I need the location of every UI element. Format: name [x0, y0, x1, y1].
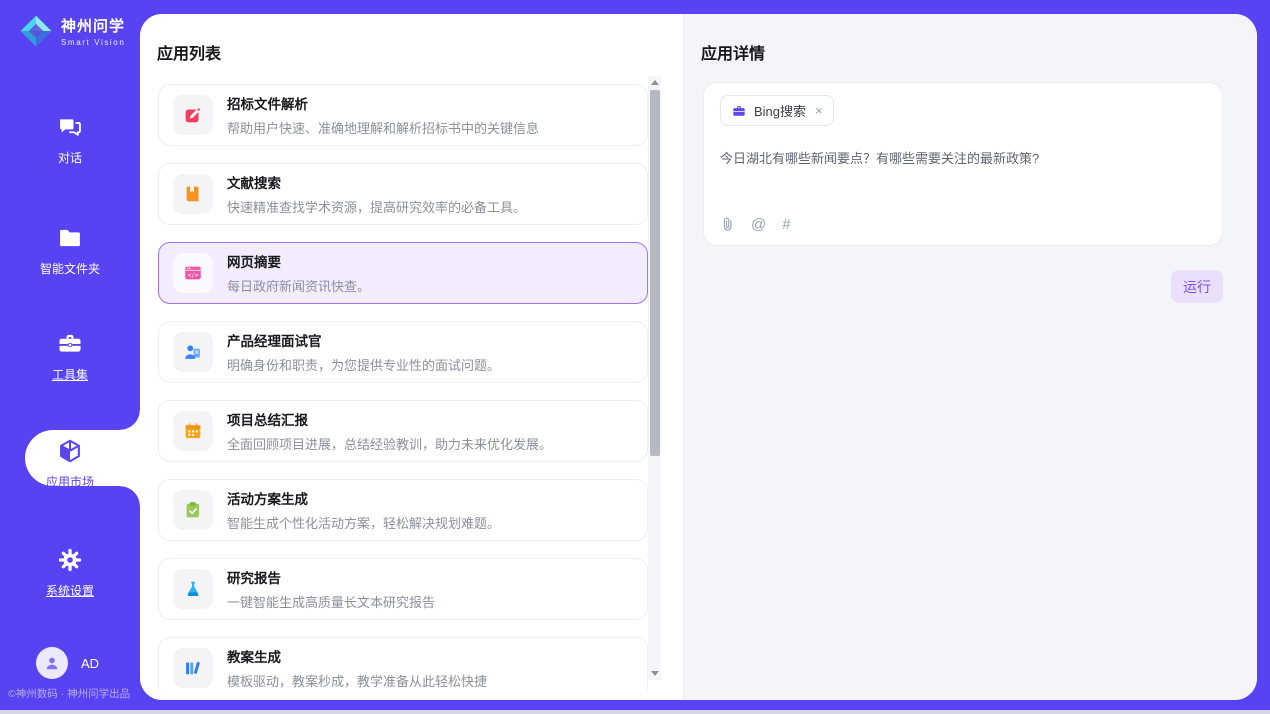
- app-icon-tile: [173, 411, 213, 451]
- app-desc: 一键智能生成高质量长文本研究报告: [227, 592, 435, 611]
- sidebar-item-chat[interactable]: 对话: [0, 113, 140, 166]
- app-card-project-summary[interactable]: 项目总结汇报 全面回顾项目进展，总结经验教训，助力未来优化发展。: [158, 400, 648, 462]
- window-bottom-edge: [0, 710, 1270, 714]
- sidebar-item-smart-folders[interactable]: 智能文件夹: [0, 224, 140, 277]
- books-icon: [182, 657, 204, 679]
- app-name: 研究报告: [227, 567, 435, 587]
- sidebar-item-label: 对话: [0, 149, 140, 166]
- browser-code-icon: </>: [182, 262, 204, 284]
- sidebar: 神州问学 Smart Vision 对话 智能文件夹: [0, 0, 140, 714]
- app-icon-tile: </>: [173, 253, 213, 293]
- app-list-scrollbar[interactable]: [648, 76, 661, 680]
- briefcase-icon: [731, 103, 747, 119]
- run-button[interactable]: 运行: [1171, 270, 1223, 303]
- brand-name: 神州问学: [61, 15, 125, 36]
- app-card-literature-search[interactable]: 文献搜索 快速精准查找学术资源，提高研究效率的必备工具。: [158, 163, 648, 225]
- gear-icon: [56, 546, 84, 574]
- toolbox-icon: [56, 330, 84, 358]
- sidebar-item-label: 工具集: [0, 366, 140, 383]
- app-desc: 明确身份和职责，为您提供专业性的面试问题。: [227, 355, 500, 374]
- copyright-footer: ©神州数码 · 神州问学出品: [8, 686, 130, 701]
- tool-chip-bing-search[interactable]: Bing搜索 ×: [720, 95, 834, 126]
- composer-toolbar: @ #: [720, 216, 791, 233]
- app-card-research-report[interactable]: 研究报告 一键智能生成高质量长文本研究报告: [158, 558, 648, 620]
- sidebar-item-label: 应用市场: [0, 473, 140, 490]
- app-icon-tile: [173, 648, 213, 688]
- app-desc: 模板驱动，教案秒成，教学准备从此轻松快捷: [227, 671, 487, 690]
- app-icon-tile: [173, 490, 213, 530]
- app-icon-tile: [173, 174, 213, 214]
- scrollbar-thumb[interactable]: [650, 90, 660, 456]
- brand-subtitle: Smart Vision: [61, 38, 125, 47]
- app-card-bid-analysis[interactable]: 招标文件解析 帮助用户快速、准确地理解和解析招标书中的关键信息: [158, 84, 648, 146]
- app-icon-tile: [173, 569, 213, 609]
- paperclip-icon[interactable]: [720, 216, 735, 233]
- app-card-pm-interviewer[interactable]: 产品经理面试官 明确身份和职责，为您提供专业性的面试问题。: [158, 321, 648, 383]
- app-detail-panel: 应用详情 Bing搜索 × 今日湖北有哪些新闻要点？有哪些需要关注的最新政策?: [683, 14, 1257, 700]
- app-name: 活动方案生成: [227, 488, 500, 508]
- app-icon-tile: [173, 332, 213, 372]
- sidebar-item-label: 系统设置: [0, 582, 140, 599]
- scroll-down-arrow-icon[interactable]: [651, 671, 659, 676]
- calendar-icon: [182, 420, 204, 442]
- cube-icon: [56, 437, 84, 465]
- avatar: [36, 647, 68, 679]
- sidebar-item-label: 智能文件夹: [0, 260, 140, 277]
- avatar-person-icon: [42, 653, 62, 673]
- svg-text:</>: </>: [188, 272, 199, 279]
- user-account[interactable]: AD: [36, 647, 99, 679]
- sidebar-item-toolset[interactable]: 工具集: [0, 330, 140, 383]
- flask-icon: [182, 578, 204, 600]
- diamond-gem-icon: [18, 13, 54, 49]
- app-desc: 智能生成个性化活动方案，轻松解决规划难题。: [227, 513, 500, 532]
- app-desc: 全面回顾项目进展，总结经验教训，助力未来优化发展。: [227, 434, 552, 453]
- app-card-webpage-summary[interactable]: </> 网页摘要 每日政府新闻资讯快查。: [158, 242, 648, 304]
- edit-icon: [182, 104, 204, 126]
- app-icon-tile: [173, 95, 213, 135]
- app-name: 招标文件解析: [227, 93, 539, 113]
- chat-icon: [56, 113, 84, 141]
- user-initials: AD: [81, 656, 99, 671]
- tool-chip-label: Bing搜索: [754, 101, 806, 120]
- app-name: 产品经理面试官: [227, 330, 500, 350]
- app-name: 教案生成: [227, 646, 487, 666]
- app-card-lesson-plan[interactable]: 教案生成 模板驱动，教案秒成，教学准备从此轻松快捷: [158, 637, 648, 690]
- app-list-title: 应用列表: [157, 40, 221, 64]
- app-name: 文献搜索: [227, 172, 526, 192]
- app-detail-title: 应用详情: [701, 40, 765, 64]
- app-list-panel: 应用列表 招标文件解析 帮助用户快速、准确地理解和解析招标书中的关键信息: [140, 14, 683, 700]
- app-desc: 快速精准查找学术资源，提高研究效率的必备工具。: [227, 197, 526, 216]
- brand-logo: 神州问学 Smart Vision: [18, 13, 125, 49]
- clipboard-check-icon: [182, 499, 204, 521]
- prompt-input[interactable]: 今日湖北有哪些新闻要点？有哪些需要关注的最新政策?: [720, 149, 1206, 169]
- scroll-up-arrow-icon[interactable]: [651, 80, 659, 85]
- prompt-composer-card: Bing搜索 × 今日湖北有哪些新闻要点？有哪些需要关注的最新政策? @ #: [703, 82, 1223, 246]
- app-name: 网页摘要: [227, 251, 370, 271]
- app-list: 招标文件解析 帮助用户快速、准确地理解和解析招标书中的关键信息 文献搜索 快速精…: [158, 84, 648, 690]
- main-content: 应用列表 招标文件解析 帮助用户快速、准确地理解和解析招标书中的关键信息: [140, 14, 1257, 700]
- book-icon: [182, 183, 204, 205]
- sidebar-item-app-market[interactable]: 应用市场: [0, 437, 140, 490]
- sidebar-item-settings[interactable]: 系统设置: [0, 546, 140, 599]
- interviewer-icon: [182, 341, 204, 363]
- app-card-event-plan[interactable]: 活动方案生成 智能生成个性化活动方案，轻松解决规划难题。: [158, 479, 648, 541]
- chip-close-icon[interactable]: ×: [815, 103, 823, 118]
- hash-icon[interactable]: #: [782, 217, 790, 232]
- app-window: 神州问学 Smart Vision 对话 智能文件夹: [0, 0, 1270, 714]
- app-name: 项目总结汇报: [227, 409, 552, 429]
- app-desc: 帮助用户快速、准确地理解和解析招标书中的关键信息: [227, 118, 539, 137]
- folder-icon: [56, 224, 84, 252]
- mention-icon[interactable]: @: [751, 217, 766, 232]
- app-desc: 每日政府新闻资讯快查。: [227, 276, 370, 295]
